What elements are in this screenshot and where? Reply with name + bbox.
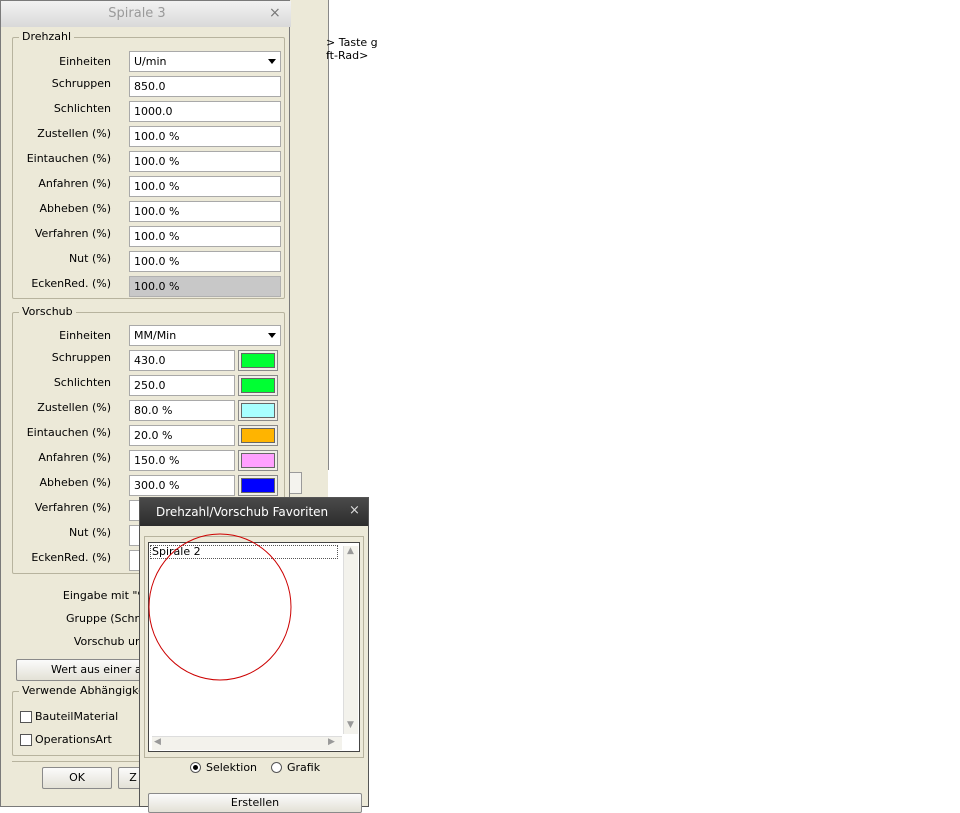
dialog-title: Spirale 3 [108, 6, 166, 21]
horizontal-scrollbar[interactable]: ◀ ▶ [152, 736, 342, 750]
annotation-ellipse [148, 533, 292, 681]
drehzahl-input[interactable]: 100.0 % [129, 226, 281, 247]
drehzahl-input: 100.0 % [129, 276, 281, 297]
vorschub-group-title: Vorschub [19, 305, 76, 318]
ok-button[interactable]: OK [42, 767, 112, 789]
vorschub-label: Schlichten [53, 376, 111, 389]
vorschub-label: Abheben (%) [39, 476, 112, 489]
drehzahl-label: Schruppen [51, 77, 111, 90]
bauteilmaterial-checkbox[interactable] [20, 711, 32, 723]
operationsart-checkbox[interactable] [20, 734, 32, 746]
scroll-right-icon[interactable]: ▶ [328, 737, 335, 747]
background-text-line2: ft-Rad> [326, 49, 369, 62]
drehzahl-label: Nut (%) [68, 252, 111, 265]
drehzahl-einheiten-label: Einheiten [59, 55, 111, 68]
selektion-radio[interactable] [190, 762, 201, 773]
color-swatch-button[interactable] [238, 400, 278, 421]
close-icon[interactable]: × [269, 5, 281, 21]
vorschub-einheiten-label: Einheiten [59, 329, 111, 342]
scroll-up-icon[interactable]: ▲ [347, 546, 354, 556]
vorschub-input[interactable]: 150.0 % [129, 450, 235, 471]
color-fill [241, 353, 275, 368]
vorschub-label: Anfahren (%) [38, 451, 111, 464]
color-swatch-button[interactable] [238, 475, 278, 496]
vorschub-label: Nut (%) [68, 526, 111, 539]
vorschub-label: Eintauchen (%) [26, 426, 111, 439]
color-fill [241, 428, 275, 443]
drehzahl-input[interactable]: 100.0 % [129, 251, 281, 272]
vorschub-unter-label: Vorschub unte [73, 635, 153, 648]
color-fill [241, 403, 275, 418]
vorschub-input[interactable]: 430.0 [129, 350, 235, 371]
drehzahl-input[interactable]: 100.0 % [129, 126, 281, 147]
annotation-circle [148, 533, 292, 681]
bauteilmaterial-label: BauteilMaterial [35, 710, 119, 723]
drehzahl-input[interactable]: 100.0 % [129, 151, 281, 172]
scroll-left-icon[interactable]: ◀ [154, 737, 161, 747]
drehzahl-einheiten-select[interactable]: U/min [129, 51, 281, 72]
color-fill [241, 453, 275, 468]
background-text-line1: > Taste g [326, 36, 378, 49]
vorschub-label: Verfahren (%) [34, 501, 111, 514]
drehzahl-label: Schlichten [53, 102, 111, 115]
erstellen-button[interactable]: Erstellen [148, 793, 362, 813]
vorschub-input[interactable]: 250.0 [129, 375, 235, 396]
eingabe-label: Eingabe mit "%" [62, 589, 153, 602]
color-swatch-button[interactable] [238, 350, 278, 371]
color-fill [241, 478, 275, 493]
vorschub-label: Schruppen [51, 351, 111, 364]
vorschub-input[interactable]: 20.0 % [129, 425, 235, 446]
background-button[interactable] [288, 472, 302, 494]
color-swatch-button[interactable] [238, 450, 278, 471]
drehzahl-label: Zustellen (%) [37, 127, 111, 140]
drehzahl-label: Verfahren (%) [34, 227, 111, 240]
selektion-label: Selektion [206, 761, 258, 774]
drehzahl-group-title: Drehzahl [19, 30, 75, 43]
drehzahl-label: Eintauchen (%) [26, 152, 111, 165]
chevron-down-icon [268, 59, 276, 64]
vorschub-einheiten-value: MM/Min [134, 329, 177, 342]
grafik-radio[interactable] [271, 762, 282, 773]
drehzahl-input[interactable]: 850.0 [129, 76, 281, 97]
vorschub-input[interactable]: 300.0 % [129, 475, 235, 496]
vorschub-label: Zustellen (%) [37, 401, 111, 414]
vorschub-input[interactable]: 80.0 % [129, 400, 235, 421]
vorschub-label: EckenRed. (%) [31, 551, 111, 564]
vorschub-einheiten-select[interactable]: MM/Min [129, 325, 281, 346]
close-icon[interactable]: × [349, 503, 360, 518]
drehzahl-input[interactable]: 100.0 % [129, 176, 281, 197]
drehzahl-label: Anfahren (%) [38, 177, 111, 190]
chevron-down-icon [268, 333, 276, 338]
color-swatch-button[interactable] [238, 375, 278, 396]
drehzahl-label: EckenRed. (%) [31, 277, 111, 290]
color-fill [241, 378, 275, 393]
favoriten-title: Drehzahl/Vorschub Favoriten [156, 505, 329, 519]
operationsart-label: OperationsArt [35, 733, 112, 746]
drehzahl-label: Abheben (%) [39, 202, 112, 215]
gruppe-label: Gruppe (Schrup [65, 612, 153, 625]
drehzahl-input[interactable]: 100.0 % [129, 201, 281, 222]
vertical-scrollbar[interactable]: ▲ ▼ [343, 546, 358, 734]
scroll-down-icon[interactable]: ▼ [347, 720, 354, 730]
drehzahl-einheiten-value: U/min [134, 55, 167, 68]
grafik-label: Grafik [287, 761, 321, 774]
drehzahl-input[interactable]: 1000.0 [129, 101, 281, 122]
color-swatch-button[interactable] [238, 425, 278, 446]
